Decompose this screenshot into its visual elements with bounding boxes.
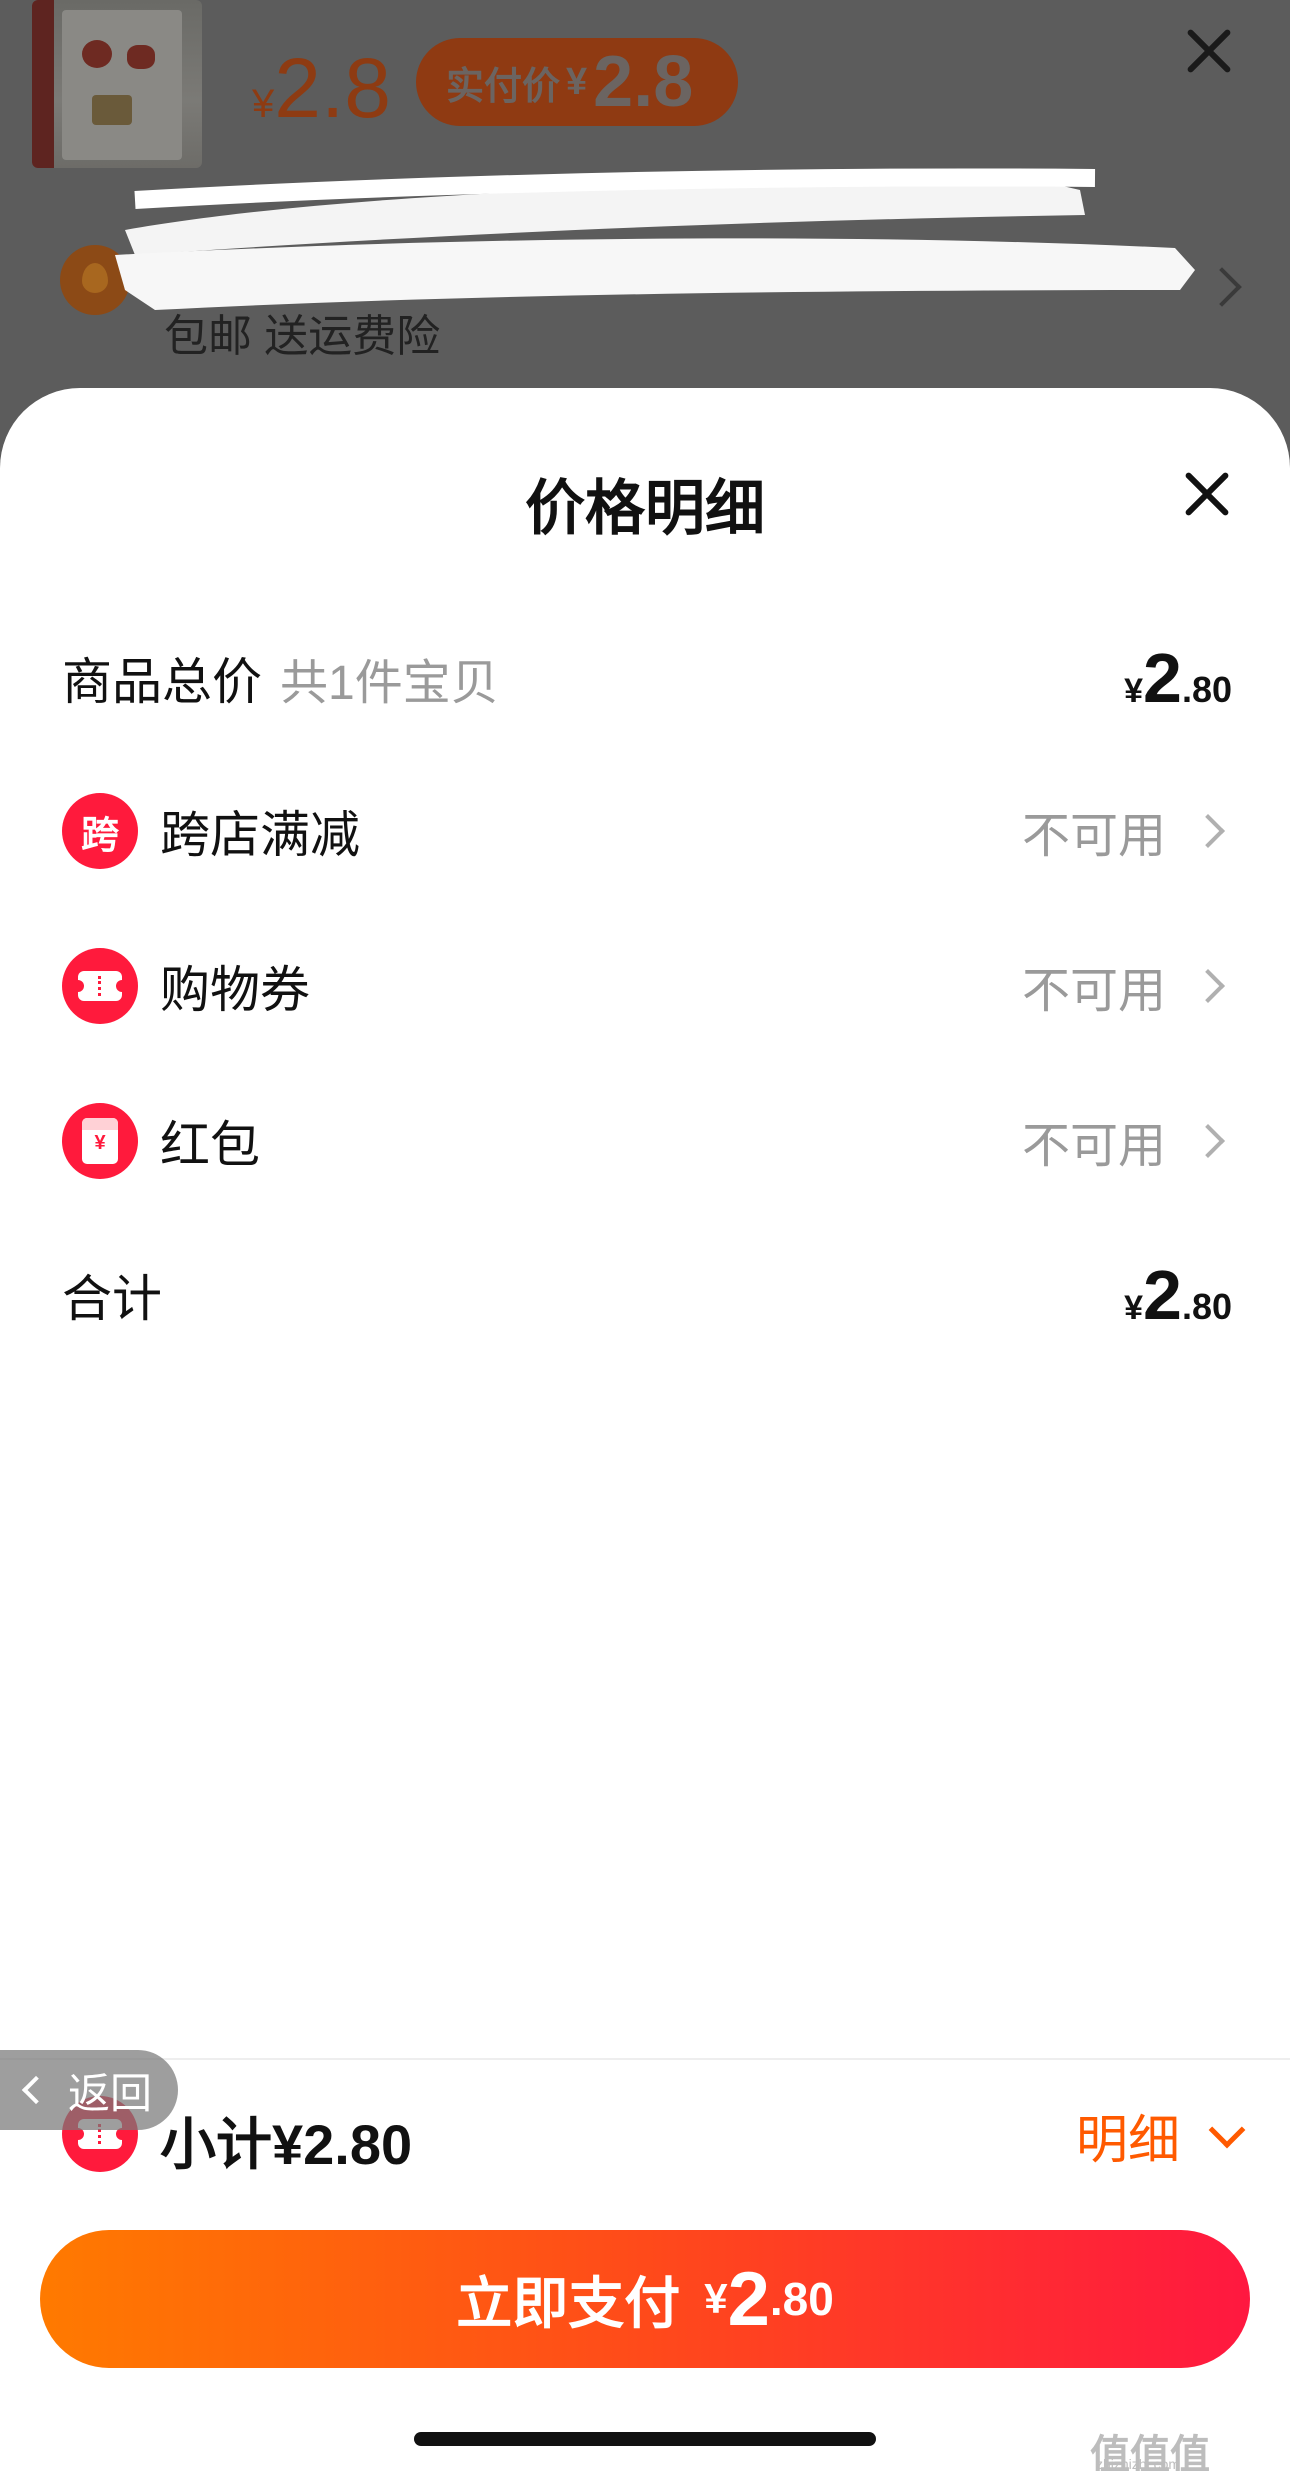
chevron-down-icon — [1208, 2111, 1246, 2148]
discount-row-cross-store[interactable]: 跨 跨店满减 不可用 — [62, 786, 1232, 876]
coupon-icon — [62, 948, 138, 1024]
sum-row: 合计 ¥2.80 — [62, 1250, 1232, 1340]
detail-label: 明细 — [1075, 2112, 1180, 2170]
discount-row-red-packet[interactable]: ¥ 红包 不可用 — [62, 1096, 1232, 1186]
pay-label: 立即支付 — [456, 2271, 681, 2335]
sum-label: 合计 — [62, 1271, 162, 1327]
sheet-title: 价格明细 — [525, 475, 765, 542]
total-goods-price: ¥2.80 — [1124, 639, 1232, 717]
sum-price: ¥2.80 — [1124, 1256, 1232, 1334]
back-label: 返回 — [68, 2069, 153, 2117]
home-indicator[interactable] — [414, 2432, 876, 2446]
subtotal-text: 小计¥2.80 — [160, 2113, 413, 2176]
red-packet-icon: ¥ — [62, 1103, 138, 1179]
pay-now-button[interactable]: 立即支付 ¥2.80 — [40, 2230, 1250, 2368]
discount-status: 不可用 — [1021, 810, 1166, 863]
background-price: ¥2.8 — [252, 41, 392, 135]
total-goods-label: 商品总价 — [62, 654, 262, 710]
discount-status: 不可用 — [1021, 965, 1166, 1018]
back-button[interactable]: 返回 — [0, 2050, 178, 2130]
subtotal-row: 小计¥2.80 明细 — [62, 2090, 1252, 2180]
address-row: 包邮 送运费险 — [60, 168, 1242, 365]
shipping-text: 包邮 送运费险 — [164, 312, 441, 361]
discount-status: 不可用 — [1021, 1120, 1166, 1173]
background-close-icon — [1178, 20, 1238, 80]
product-thumbnail — [32, 0, 202, 168]
discount-label: 跨店满减 — [160, 807, 360, 863]
chevron-right-icon — [1191, 1124, 1225, 1158]
kua-badge-icon: 跨 — [62, 793, 138, 869]
chevron-left-icon — [21, 2075, 51, 2105]
divider — [0, 2058, 1290, 2060]
background-product-header: ¥2.8 实付价 ¥ 2.8 包邮 送运费险 — [0, 0, 1290, 420]
discount-label: 红包 — [160, 1117, 260, 1173]
page: ¥2.8 实付价 ¥ 2.8 包邮 送运费险 价格明细 商品总价 共1件宝贝 ¥… — [0, 0, 1290, 2471]
chevron-right-icon — [1191, 814, 1225, 848]
discount-label: 购物券 — [160, 962, 310, 1018]
detail-toggle[interactable]: 明细 — [1076, 2098, 1252, 2173]
watermark: 值值值 zhizhizhi.com — [1090, 2433, 1210, 2471]
chevron-right-icon — [1191, 969, 1225, 1003]
discount-row-coupon[interactable]: 购物券 不可用 — [62, 941, 1232, 1031]
close-icon[interactable] — [1178, 465, 1236, 523]
total-goods-row: 商品总价 共1件宝贝 ¥2.80 — [62, 633, 1232, 723]
item-count: 共1件宝贝 — [280, 657, 499, 710]
actual-price-pill: 实付价 ¥ 2.8 — [416, 38, 738, 126]
